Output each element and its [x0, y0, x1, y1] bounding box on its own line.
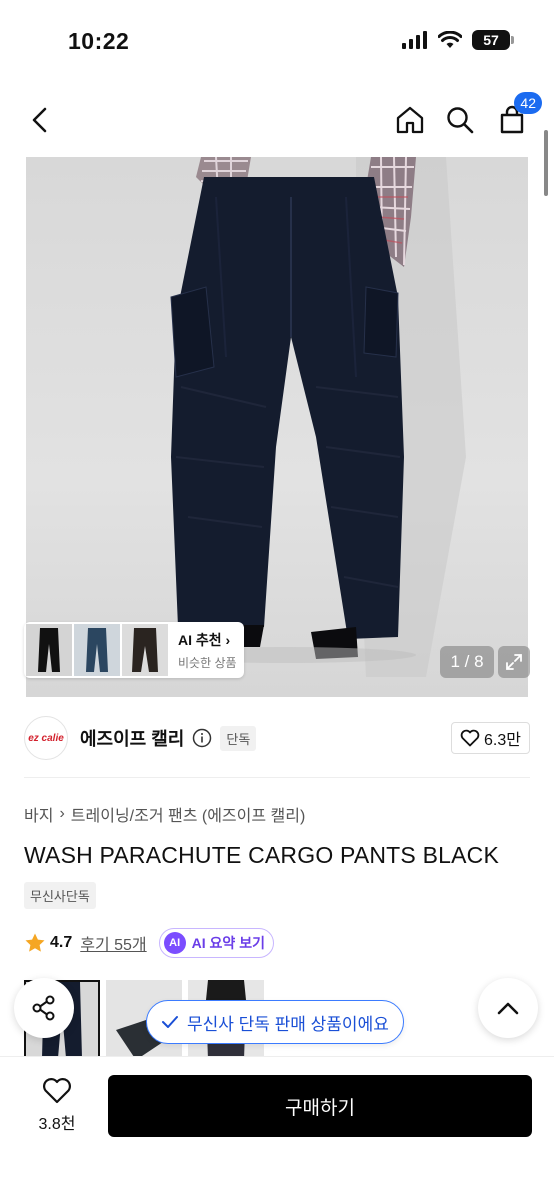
- product-like-count: 3.8천: [38, 1116, 76, 1133]
- chevron-right-icon: ›: [59, 805, 65, 822]
- reco-thumb[interactable]: [122, 624, 168, 676]
- status-time: 10:22: [68, 28, 130, 54]
- rating-value: 4.7: [50, 934, 73, 951]
- musinsa-exclusive-tag: 무신사단독: [24, 882, 96, 909]
- ai-recommendation-strip[interactable]: AI 추천 › 비슷한 상품: [24, 622, 244, 678]
- expand-image-button[interactable]: [498, 646, 530, 678]
- top-nav: 42: [0, 90, 554, 150]
- divider: [24, 777, 530, 778]
- buy-button[interactable]: 구매하기: [108, 1075, 532, 1137]
- review-count-link[interactable]: 후기 55개: [80, 931, 146, 955]
- reco-thumb-image: [122, 624, 168, 676]
- star-icon: [25, 933, 45, 952]
- share-button[interactable]: [14, 978, 74, 1038]
- brand-like-count: 6.3만: [484, 732, 521, 749]
- heart-icon: [43, 1078, 71, 1104]
- wifi-icon: [438, 31, 462, 48]
- ai-summary-label: AI 요약 보기: [191, 935, 265, 951]
- breadcrumb-category[interactable]: 바지: [24, 802, 53, 826]
- exclusive-toast: 무신사 단독 판매 상품이에요: [146, 1000, 404, 1044]
- exclusive-tag: 단독: [220, 725, 257, 751]
- scroll-to-top-button[interactable]: [478, 978, 538, 1038]
- ai-reco-label[interactable]: AI 추천 › 비슷한 상품: [178, 630, 237, 671]
- reco-thumb-image: [26, 624, 72, 676]
- toast-text: 무신사 단독 판매 상품이에요: [187, 1014, 389, 1034]
- search-button[interactable]: [440, 100, 480, 140]
- brand-logo[interactable]: ez calie: [24, 716, 68, 760]
- rating-row: 4.7 후기 55개 AI AI 요약 보기: [24, 928, 274, 958]
- status-icons: 57: [402, 30, 514, 50]
- cart-button[interactable]: 42: [492, 92, 542, 140]
- ai-reco-title: AI 추천: [178, 631, 222, 648]
- bottom-action-bar: 3.8천 구매하기: [0, 1056, 554, 1200]
- product-like-button[interactable]: 3.8천: [30, 1077, 84, 1134]
- home-button[interactable]: [390, 100, 430, 140]
- share-icon: [32, 995, 55, 1021]
- status-bar: 10:22 57: [0, 0, 554, 80]
- search-icon: [447, 107, 474, 134]
- reco-thumb[interactable]: [26, 624, 72, 676]
- product-image[interactable]: [26, 157, 528, 697]
- info-icon[interactable]: [192, 728, 212, 748]
- breadcrumb: 바지 › 트레이닝/조거 팬츠 (에즈이프 캘리): [24, 802, 305, 826]
- brand-name[interactable]: 에즈이프 캘리: [80, 725, 184, 751]
- expand-icon: [506, 654, 522, 670]
- reco-thumb-image: [74, 624, 120, 676]
- image-page-counter: 1 / 8: [440, 646, 494, 678]
- chevron-right-icon: ›: [225, 631, 231, 648]
- ai-reco-subtitle: 비슷한 상품: [178, 655, 237, 670]
- cart-count-badge: 42: [514, 92, 542, 114]
- chevron-up-icon: [497, 1002, 519, 1015]
- back-icon: [32, 107, 47, 133]
- ai-summary-button[interactable]: AI AI 요약 보기: [158, 928, 274, 958]
- product-title: WASH PARACHUTE CARGO PANTS BLACK: [24, 842, 499, 868]
- back-button[interactable]: [20, 100, 60, 140]
- breadcrumb-subcategory[interactable]: 트레이닝/조거 팬츠 (에즈이프 캘리): [71, 802, 306, 826]
- product-photo: [156, 157, 466, 677]
- signal-icon: [402, 31, 427, 49]
- battery-indicator: 57: [472, 30, 514, 50]
- heart-icon: [460, 729, 480, 747]
- page-scrollbar[interactable]: [544, 130, 548, 196]
- home-icon: [396, 106, 424, 134]
- reco-thumb[interactable]: [74, 624, 120, 676]
- brand-like-button[interactable]: 6.3만: [451, 722, 530, 754]
- check-icon: [162, 1016, 178, 1028]
- brand-row: ez calie 에즈이프 캘리 단독 6.3만: [24, 712, 530, 764]
- ai-chip-icon: AI: [163, 932, 186, 954]
